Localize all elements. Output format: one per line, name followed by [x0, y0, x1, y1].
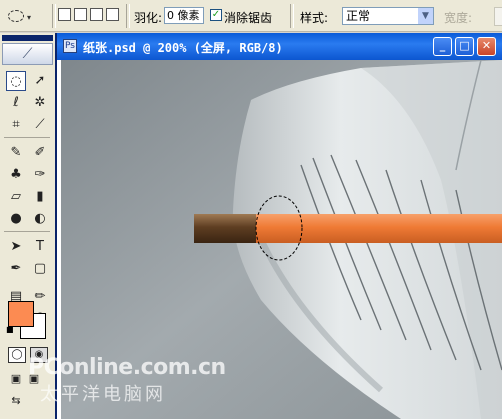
eraser-icon[interactable]: ▱	[6, 187, 26, 207]
antialias-label: 消除锯齿	[224, 11, 273, 25]
minimize-button[interactable]: _	[433, 37, 452, 56]
subtract-selection-icon[interactable]	[90, 8, 103, 21]
document-titlebar[interactable]: Ps 纸张.psd @ 200% (全屏, RGB/8) _ □ ✕	[57, 33, 502, 60]
history-brush-icon[interactable]: ✑	[30, 165, 50, 185]
pen-icon[interactable]: ✒	[6, 259, 26, 279]
feather-input[interactable]: 0 像素	[164, 7, 204, 24]
elliptical-marquee-icon	[8, 10, 24, 22]
selection-modes	[58, 8, 122, 24]
document-title: 纸张.psd @ 200% (全屏, RGB/8)	[83, 41, 283, 55]
feather-label: 羽化:	[134, 11, 163, 25]
pencil-body	[256, 214, 502, 243]
toolbox-titlebar[interactable]	[2, 35, 53, 41]
brush-icon[interactable]: ✐	[30, 143, 50, 163]
lasso-icon[interactable]: ℓ	[6, 93, 26, 113]
blur-icon[interactable]: ●	[6, 209, 26, 229]
crop-icon[interactable]: ⌗	[6, 115, 26, 135]
document-icon[interactable]: Ps	[63, 39, 77, 53]
tool-preset-picker[interactable]: ▾	[6, 6, 31, 24]
watermark-logo: PConline.com.cn	[28, 355, 226, 380]
style-value: 正常	[346, 9, 371, 23]
width-input[interactable]	[494, 7, 502, 26]
elliptical-marquee-icon[interactable]: ◌	[6, 71, 26, 91]
clone-stamp-icon[interactable]: ♣	[6, 165, 26, 185]
style-label: 样式:	[300, 11, 329, 25]
dodge-icon[interactable]: ◐	[30, 209, 50, 229]
shape-icon[interactable]: ▢	[30, 259, 50, 279]
toolbox-divider	[4, 137, 50, 138]
healing-brush-icon[interactable]: ✎	[6, 143, 26, 163]
options-separator	[126, 4, 130, 28]
standard-mode-icon[interactable]: ◯	[8, 347, 26, 363]
slice-icon[interactable]: ⟋	[30, 115, 50, 135]
antialias-checkbox[interactable]: ✓	[210, 9, 222, 21]
chevron-down-icon[interactable]: ▼	[418, 8, 433, 24]
type-icon[interactable]: T	[30, 237, 50, 257]
magic-wand-icon[interactable]: ✲	[30, 93, 50, 113]
new-selection-icon[interactable]	[58, 8, 71, 21]
toolbox-divider	[4, 231, 50, 232]
screen-mode-standard-icon[interactable]: ▣	[6, 369, 26, 389]
gradient-icon[interactable]: ▮	[30, 187, 50, 207]
jump-to-imageready-icon[interactable]: ⇆	[6, 391, 26, 411]
maximize-button[interactable]: □	[455, 37, 474, 56]
intersect-selection-icon[interactable]	[106, 8, 119, 21]
watermark-chinese: 太平洋电脑网	[40, 384, 166, 405]
close-button[interactable]: ✕	[477, 37, 496, 56]
width-label: 宽度:	[444, 11, 473, 25]
add-selection-icon[interactable]	[74, 8, 87, 21]
move-icon[interactable]: ➚	[30, 71, 50, 91]
options-separator	[290, 4, 294, 28]
foreground-color-swatch[interactable]	[8, 301, 34, 327]
options-separator	[52, 4, 56, 28]
path-selection-icon[interactable]: ➤	[6, 237, 26, 257]
pencil-wood-end	[194, 214, 258, 243]
options-bar: ▾ 羽化: 0 像素 ✓ 消除锯齿 样式: 正常 ▼ 宽度:	[0, 0, 502, 32]
chevron-down-icon: ▾	[27, 13, 32, 22]
style-select[interactable]: 正常 ▼	[342, 7, 434, 25]
feather-logo-icon[interactable]: ⟋	[2, 43, 53, 65]
